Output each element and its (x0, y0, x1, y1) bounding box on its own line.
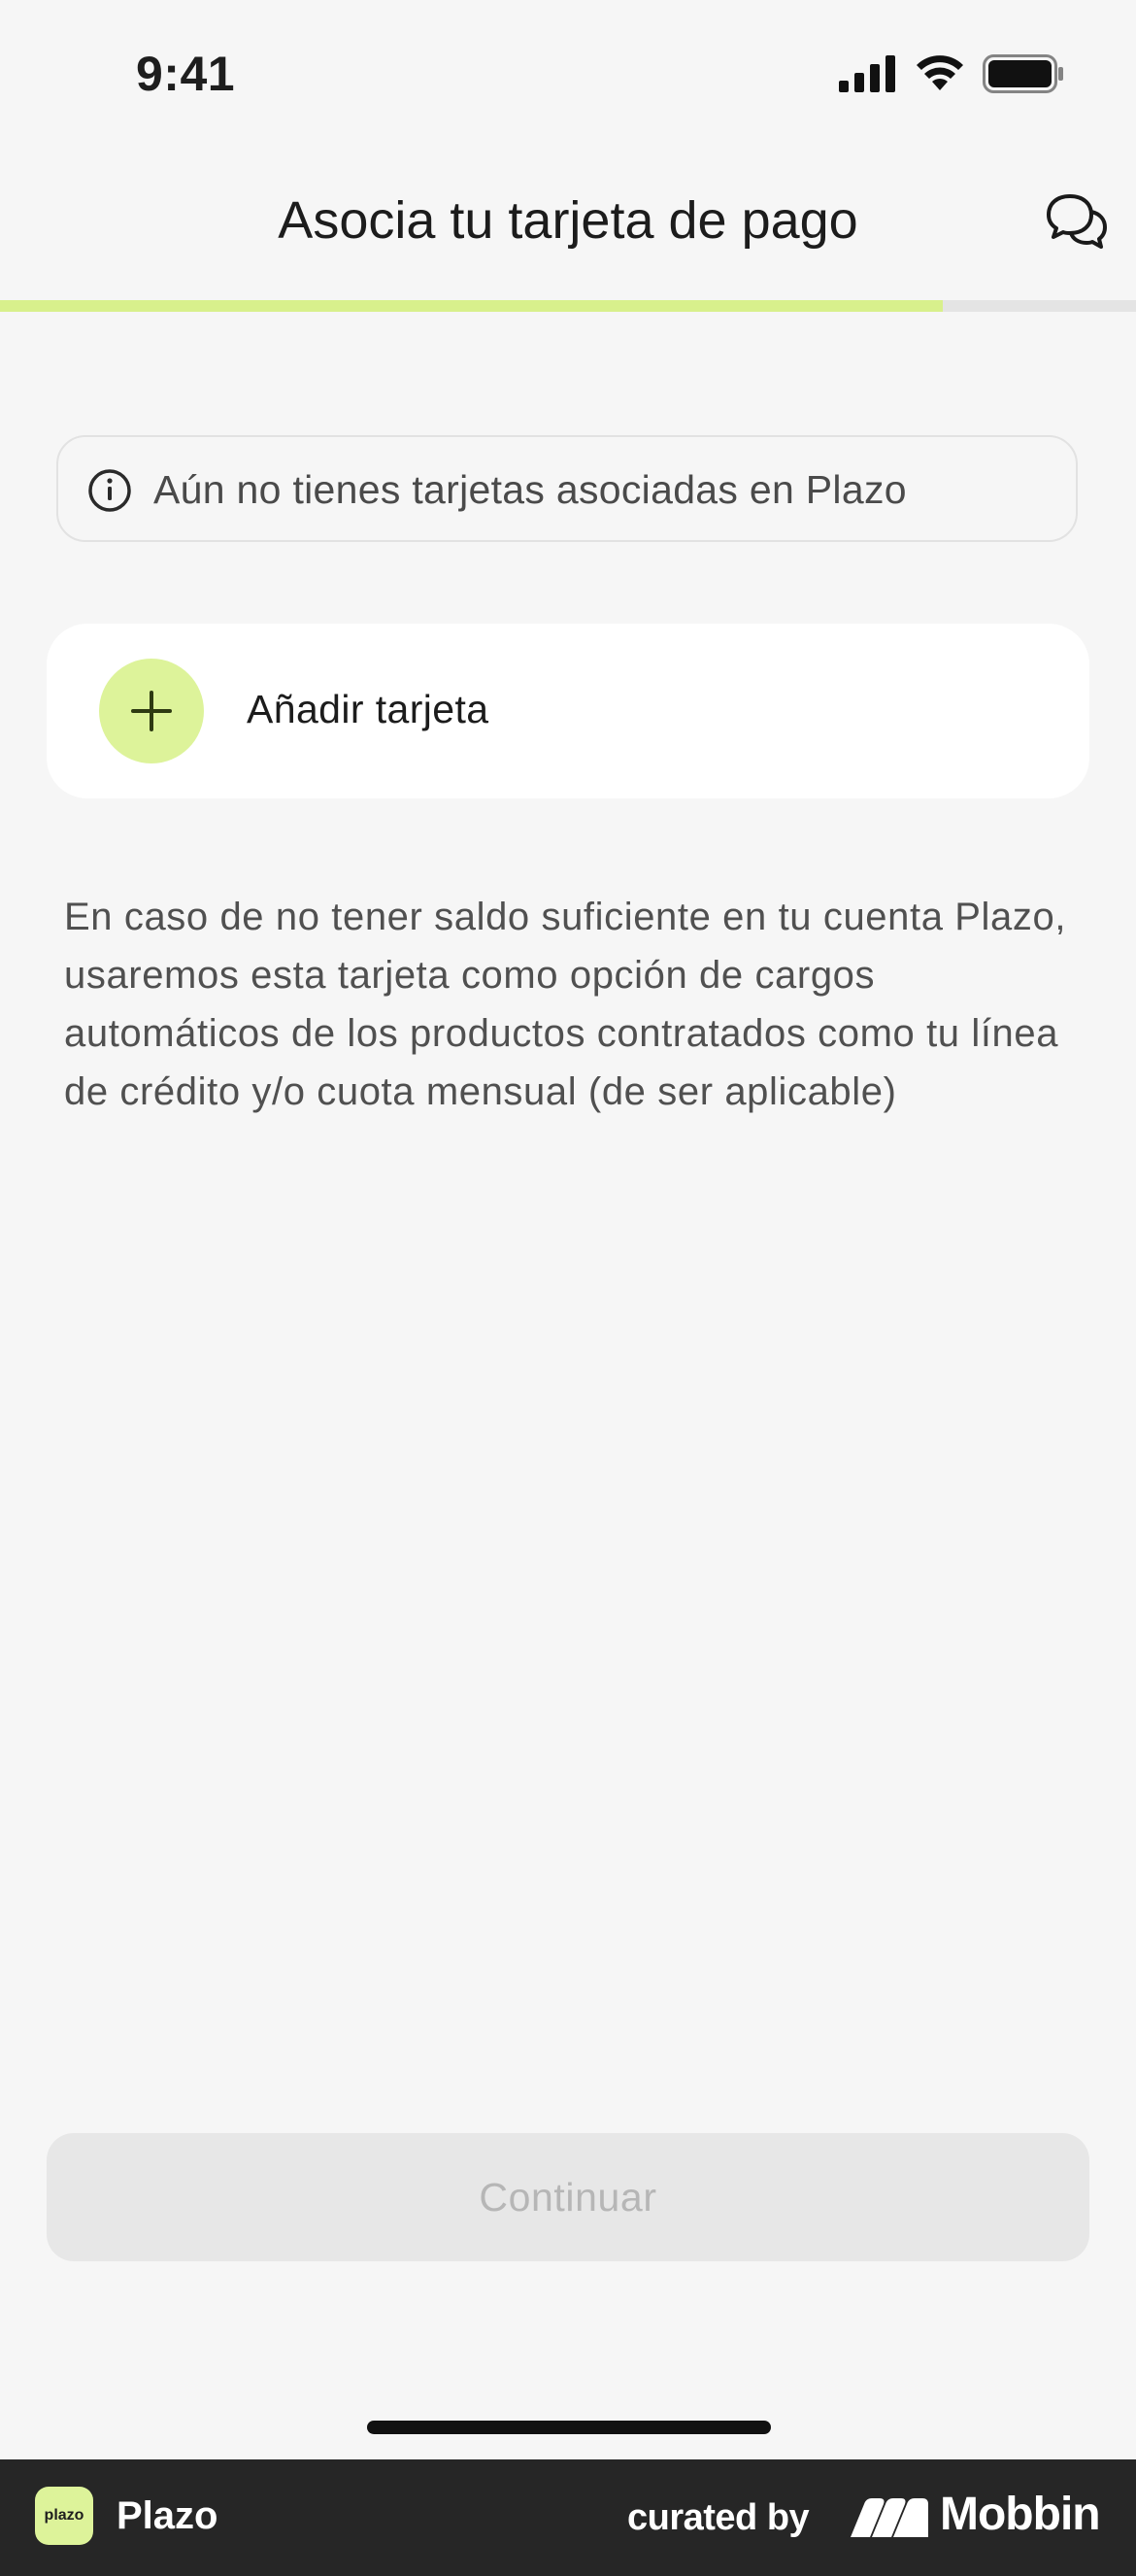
status-time: 9:41 (136, 47, 236, 101)
add-card-label: Añadir tarjeta (247, 687, 489, 731)
autocharge-description: En caso de no tener saldo suficiente en … (64, 896, 1067, 1113)
continue-button[interactable]: Continuar (47, 2133, 1089, 2261)
page-title: Asocia tu tarjeta de pago (278, 191, 858, 250)
home-indicator (367, 2421, 771, 2434)
wifi-icon (917, 55, 963, 90)
progress-bar-fill (0, 300, 944, 312)
attribution-footer: plazo Plazo curated by Mobbin (0, 2459, 1136, 2576)
mobbin-logo-icon (851, 2498, 928, 2537)
plus-icon (131, 691, 172, 731)
status-icons (839, 54, 1064, 93)
app-name: Plazo (117, 2494, 218, 2537)
chat-support-icon[interactable] (1045, 188, 1109, 253)
progress-bar (0, 300, 1136, 312)
mobbin-brand: Mobbin (940, 2489, 1101, 2540)
add-card-button[interactable]: Añadir tarjeta (47, 624, 1089, 798)
plazo-app-logo: plazo (35, 2487, 93, 2545)
cellular-signal-icon (839, 55, 895, 92)
info-icon (88, 469, 131, 512)
battery-icon (983, 54, 1063, 93)
no-cards-info-banner: Aún no tienes tarjetas asociadas en Plaz… (56, 435, 1078, 542)
curated-by-text: curated by (627, 2497, 810, 2538)
info-banner-text: Aún no tienes tarjetas asociadas en Plaz… (153, 467, 907, 512)
plus-circle (99, 659, 204, 763)
